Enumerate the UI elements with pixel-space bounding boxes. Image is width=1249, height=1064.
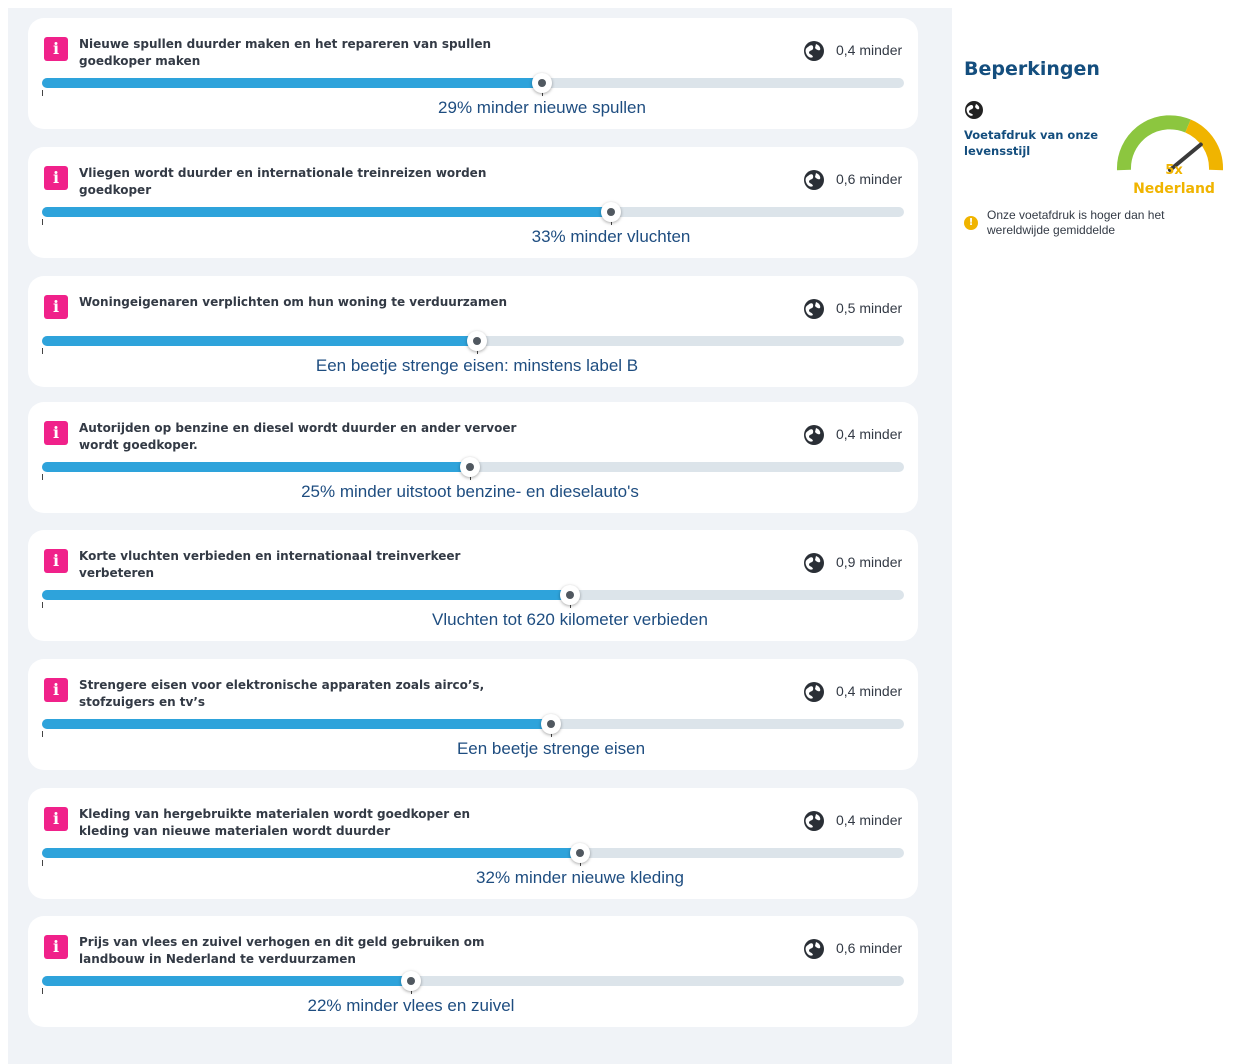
gauge-value: 5x	[1165, 163, 1183, 178]
slider-start-tick	[42, 90, 43, 96]
measure-title: Prijs van vlees en zuivel verhogen en di…	[79, 935, 485, 966]
slider-value-label: 22% minder vlees en zuivel	[307, 996, 515, 1015]
info-icon[interactable]: i	[44, 37, 68, 61]
slider-fill	[42, 848, 580, 858]
measure-slider[interactable]	[42, 73, 904, 96]
slider-value-label: Een beetje strenge eisen	[456, 739, 646, 758]
info-icon[interactable]: i	[44, 166, 68, 190]
slider-handle[interactable]	[560, 585, 580, 605]
slider-handle[interactable]	[467, 331, 487, 351]
measure-slider[interactable]	[42, 331, 904, 354]
globe-icon	[804, 939, 824, 959]
globe-icon	[804, 682, 824, 702]
footprint-label: Voetafdruk van onze levensstijl	[964, 128, 1099, 158]
info-icon[interactable]: i	[44, 549, 68, 573]
slider-start-tick	[42, 474, 43, 480]
globe-icon	[804, 425, 824, 445]
limits-panel: Beperkingen Voetafdruk van onze levensst…	[964, 0, 1249, 1064]
measure-slider[interactable]	[42, 714, 904, 737]
info-icon[interactable]: i	[44, 935, 68, 959]
measure-title: Woningeigenaren verplichten om hun wonin…	[79, 295, 508, 309]
measure-card: i Prijs van vlees en zuivel verhogen en d…	[28, 916, 918, 1027]
slider-fill	[42, 719, 551, 729]
footprint-reduction: 0,6 minder	[836, 171, 903, 187]
slider-handle[interactable]	[460, 457, 480, 477]
measure-title: Kleding van hergebruikte materialen word…	[79, 807, 471, 838]
slider-start-tick	[42, 602, 43, 608]
slider-fill	[42, 462, 470, 472]
info-icon[interactable]: i	[44, 807, 68, 831]
globe-icon	[965, 101, 983, 119]
slider-value-label: 33% minder vluchten	[531, 227, 691, 246]
slider-value-label: 32% minder nieuwe kleding	[476, 868, 684, 887]
footprint-reduction: 0,4 minder	[836, 812, 903, 828]
measure-slider[interactable]	[42, 971, 904, 994]
slider-value-label: Een beetje strenge eisen: minstens label…	[315, 356, 639, 375]
slider-fill	[42, 336, 477, 346]
measure-card: i Korte vluchten verbieden en internation…	[28, 530, 918, 641]
gauge-country: Nederland	[1133, 181, 1215, 197]
measure-card: i Strengere eisen voor elektronische appa…	[28, 659, 918, 770]
info-icon[interactable]: i	[44, 295, 68, 319]
slider-fill	[42, 590, 570, 600]
footprint-reduction: 0,9 minder	[836, 554, 903, 570]
slider-handle[interactable]	[532, 73, 552, 93]
slider-fill	[42, 976, 411, 986]
footprint-reduction: 0,4 minder	[836, 683, 903, 699]
warning-text: Onze voetafdruk is hoger dan het wereldw…	[987, 208, 1165, 237]
measure-title: Vliegen wordt duurder en internationale …	[79, 166, 487, 197]
measure-slider[interactable]	[42, 457, 904, 480]
info-icon[interactable]: i	[44, 678, 68, 702]
limits-title: Beperkingen	[964, 58, 1100, 80]
footprint-reduction: 0,4 minder	[836, 42, 903, 58]
slider-start-tick	[42, 348, 43, 354]
slider-handle[interactable]	[541, 714, 561, 734]
slider-fill	[42, 207, 611, 217]
measure-card: i Nieuwe spullen duurder maken en het rep…	[28, 18, 918, 129]
footprint-reduction: 0,6 minder	[836, 940, 903, 956]
warning-icon: !	[964, 216, 978, 230]
slider-value-label: 29% minder nieuwe spullen	[438, 98, 646, 117]
measure-card: i Autorijden op benzine en diesel wordt d…	[28, 402, 918, 513]
measure-slider[interactable]	[42, 843, 904, 866]
measure-title: Strengere eisen voor elektronische appar…	[79, 678, 485, 709]
slider-start-tick	[42, 731, 43, 737]
globe-icon	[804, 170, 824, 190]
info-icon[interactable]: i	[44, 421, 68, 445]
slider-start-tick	[42, 860, 43, 866]
slider-start-tick	[42, 219, 43, 225]
measures-panel: i Nieuwe spullen duurder maken en het rep…	[8, 8, 952, 1064]
globe-icon	[804, 41, 824, 61]
measure-card: i Vliegen wordt duurder en internationale…	[28, 147, 918, 258]
footprint-reduction: 0,5 minder	[836, 300, 903, 316]
measure-title: Korte vluchten verbieden en internationa…	[79, 549, 461, 580]
measure-title: Nieuwe spullen duurder maken en het repa…	[79, 37, 491, 68]
measure-title: Autorijden op benzine en diesel wordt du…	[79, 421, 517, 452]
globe-icon	[804, 299, 824, 319]
measure-card: i Woningeigenaren verplichten om hun woni…	[28, 276, 918, 387]
slider-value-label: 25% minder uitstoot benzine- en dieselau…	[301, 482, 639, 501]
slider-fill	[42, 78, 542, 88]
slider-value-label: Vluchten tot 620 kilometer verbieden	[432, 610, 708, 629]
slider-handle[interactable]	[401, 971, 421, 991]
slider-handle[interactable]	[601, 202, 621, 222]
measure-card: i Kleding van hergebruikte materialen wor…	[28, 788, 918, 899]
globe-icon	[804, 811, 824, 831]
measure-slider[interactable]	[42, 585, 904, 608]
measure-slider[interactable]	[42, 202, 904, 225]
footprint-reduction: 0,4 minder	[836, 426, 903, 442]
slider-start-tick	[42, 988, 43, 994]
globe-icon	[804, 553, 824, 573]
slider-handle[interactable]	[570, 843, 590, 863]
